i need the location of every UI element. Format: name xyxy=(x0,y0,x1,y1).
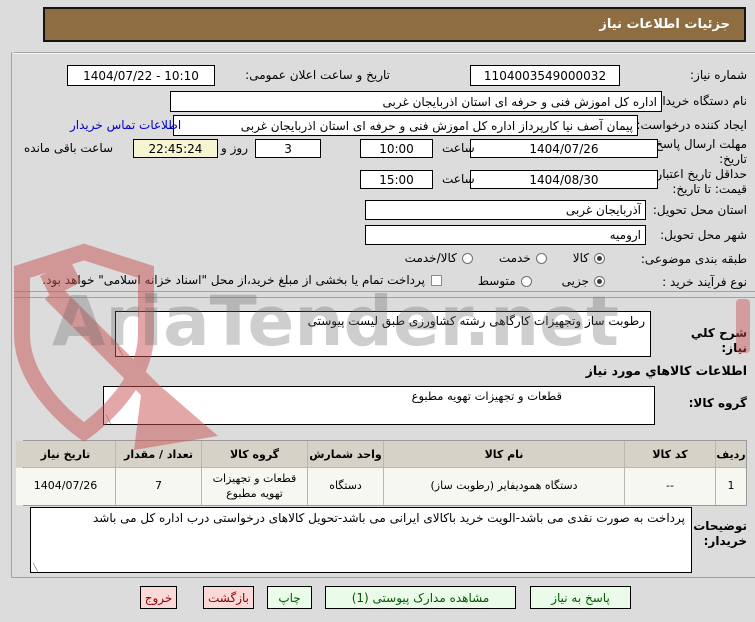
radio-selected-icon[interactable] xyxy=(594,275,605,287)
radio-icon[interactable] xyxy=(520,275,532,287)
table-cell-unit: دستگاه xyxy=(308,468,383,505)
buyer-contact-link[interactable]: اطلاعات تماس خریدار xyxy=(70,118,181,132)
classification-options: کالا خدمت کالا/خدمت xyxy=(405,251,605,265)
countdown-timer: 22:45:24 xyxy=(133,139,218,158)
process-option-medium[interactable]: متوسط xyxy=(478,274,532,288)
reply-deadline-hour-label: ساعت xyxy=(442,141,475,155)
resize-handle-icon[interactable]: ╲ xyxy=(118,347,123,356)
classification-option-service[interactable]: خدمت xyxy=(499,251,547,265)
goods-group-text: قطعات و تجهیزات تهویه مطبوع xyxy=(411,389,562,403)
request-creator-label: ایجاد کننده درخواست: xyxy=(636,118,747,132)
need-description-label: شرح كلي نياز: xyxy=(690,326,747,355)
frame-bottom-line xyxy=(11,577,755,578)
view-attachments-button[interactable]: مشاهده مدارک پیوستی (1) xyxy=(325,586,516,609)
resize-handle-icon[interactable]: ╲ xyxy=(33,563,38,572)
treasury-note-text: پرداخت تمام یا بخشی از مبلغ خرید،از محل … xyxy=(42,273,425,287)
buyer-org-label: نام دستگاه خریدار: xyxy=(652,94,748,108)
radio-selected-icon[interactable] xyxy=(594,252,605,264)
remaining-days-suffix: روز و xyxy=(221,141,248,155)
classification-option-goods-service[interactable]: کالا/خدمت xyxy=(405,251,473,265)
need-number-field[interactable]: 1104003549000032 xyxy=(470,65,620,86)
need-description-textarea[interactable]: رطوبت ساز وتجهیزات کارگاهی رشته کشاورزی … xyxy=(115,311,651,357)
price-validity-date-field[interactable]: 1404/08/30 xyxy=(470,170,658,189)
table-cell-quantity: 7 xyxy=(116,468,201,505)
table-header-need-date: تاریخ نیاز xyxy=(16,441,115,467)
delivery-province-field[interactable]: آذربایجان غربی xyxy=(365,200,646,220)
radio-icon[interactable] xyxy=(461,252,473,264)
request-creator-field[interactable]: پیمان آصف نیا کارپرداز اداره کل اموزش فن… xyxy=(173,115,638,136)
countdown-suffix: ساعت باقی مانده xyxy=(24,141,114,155)
remaining-days-field: 3 xyxy=(255,139,321,158)
price-validity-hour-label: ساعت xyxy=(442,172,475,186)
delivery-city-field[interactable]: ارومیه xyxy=(365,225,646,245)
table-header-unit: واحد شمارش xyxy=(308,441,383,467)
need-description-text: رطوبت ساز وتجهیزات کارگاهی رشته کشاورزی … xyxy=(307,314,645,328)
goods-group-textarea[interactable]: قطعات و تجهیزات تهویه مطبوع ╲ xyxy=(103,386,655,425)
process-type-options: جزیی متوسط xyxy=(478,274,605,288)
radio-icon[interactable] xyxy=(535,252,547,264)
buyer-notes-textarea[interactable]: پرداخت به صورت نقدی می باشد-الویت خرید ب… xyxy=(30,507,692,573)
classification-label: طبقه بندی موضوعی: xyxy=(640,252,747,266)
price-validity-time-field[interactable]: 15:00 xyxy=(360,170,433,189)
frame-top-highlight xyxy=(14,53,755,54)
buyer-notes-text: پرداخت به صورت نقدی می باشد-الویت خرید ب… xyxy=(92,511,685,525)
process-option-minor[interactable]: جزیی xyxy=(562,274,605,288)
delivery-city-label: شهر محل تحویل: xyxy=(660,228,747,242)
section-divider-1 xyxy=(14,291,755,292)
table-cell-need-date: 1404/07/26 xyxy=(16,468,115,505)
table-cell-row-index: 1 xyxy=(716,468,746,505)
reply-deadline-date-field[interactable]: 1404/07/26 xyxy=(470,139,658,158)
resize-handle-icon[interactable]: ╲ xyxy=(106,415,111,424)
table-cell-item-code: -- xyxy=(625,468,715,505)
table-header-item-name: نام کالا xyxy=(384,441,624,467)
print-button[interactable]: چاپ xyxy=(267,586,312,609)
page-title: جزئیات اطلاعات نیاز xyxy=(43,7,746,42)
buyer-notes-label: توضيحات خريدار: xyxy=(693,519,747,548)
table-header-group: گروه کالا xyxy=(202,441,307,467)
frame-left-line xyxy=(11,52,12,578)
option-label: خدمت xyxy=(498,251,531,265)
goods-section-title: اطلاعات كالاهاي مورد نياز xyxy=(585,363,747,378)
classification-option-goods[interactable]: کالا xyxy=(573,251,605,265)
announce-datetime-label: تاریخ و ساعت اعلان عمومی: xyxy=(245,68,390,82)
treasury-note-row: پرداخت تمام یا بخشی از مبلغ خرید،از محل … xyxy=(30,273,442,287)
reply-to-need-button[interactable]: پاسخ به نیاز xyxy=(530,586,631,609)
announce-datetime-field[interactable]: 1404/07/22 - 10:10 xyxy=(67,65,215,86)
goods-group-label: گروه كالا: xyxy=(688,396,747,410)
buyer-org-field[interactable]: اداره کل اموزش فنی و حرفه ای استان اذربا… xyxy=(170,91,662,112)
table-header-row-index: ردیف xyxy=(716,441,746,467)
need-number-label: شماره نیاز: xyxy=(690,68,747,82)
table-header-quantity: تعداد / مقدار xyxy=(116,441,201,467)
back-button[interactable]: بازگشت xyxy=(203,586,254,609)
table-header-item-code: کد کالا xyxy=(625,441,715,467)
option-label: متوسط xyxy=(477,274,516,288)
section-divider-2 xyxy=(14,297,755,298)
option-label: کالا xyxy=(572,251,589,265)
option-label: جزیی xyxy=(561,274,589,288)
table-cell-item-name: دستگاه همودیفایر (رطوبت ساز) xyxy=(384,468,624,505)
exit-button[interactable]: خروج xyxy=(140,586,177,609)
process-type-label: نوع فرآیند خرید : xyxy=(662,275,747,289)
reply-deadline-time-field[interactable]: 10:00 xyxy=(360,139,433,158)
table-cell-group: قطعات و تجهیزات تهویه مطبوع xyxy=(202,468,307,505)
goods-table: ردیف کد کالا نام کالا واحد شمارش گروه کا… xyxy=(16,440,747,506)
delivery-province-label: استان محل تحویل: xyxy=(652,203,747,217)
need-details-page: جزئیات اطلاعات نیاز شماره نیاز: 11040035… xyxy=(0,0,755,622)
option-label: کالا/خدمت xyxy=(404,251,457,265)
treasury-checkbox-icon[interactable] xyxy=(431,274,442,286)
